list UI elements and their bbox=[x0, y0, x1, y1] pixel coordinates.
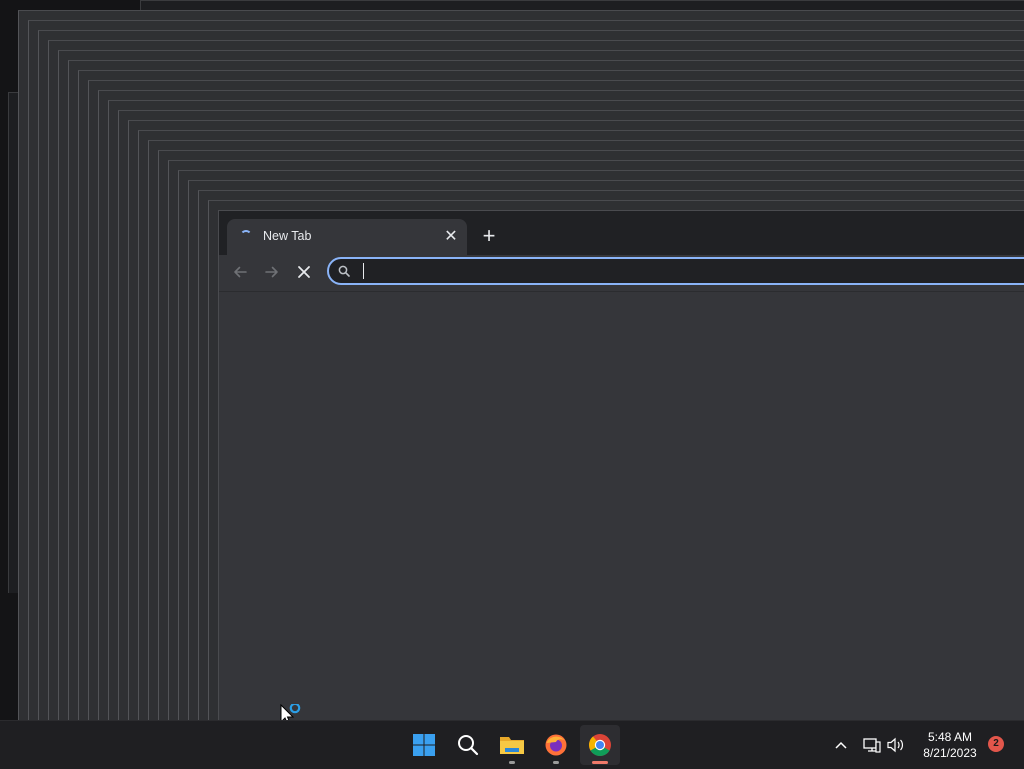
close-icon bbox=[298, 266, 310, 278]
start-button[interactable] bbox=[404, 725, 444, 765]
chrome-button[interactable] bbox=[580, 725, 620, 765]
network-icon bbox=[863, 738, 881, 753]
taskbar: 5:48 AM 8/21/2023 bbox=[0, 720, 1024, 769]
running-indicator bbox=[509, 761, 515, 764]
volume-button[interactable] bbox=[884, 721, 908, 769]
loading-spinner-icon bbox=[240, 230, 252, 242]
firefox-button[interactable] bbox=[536, 725, 576, 765]
text-caret bbox=[363, 263, 364, 279]
running-indicator bbox=[592, 761, 608, 764]
back-button[interactable] bbox=[227, 259, 253, 285]
browser-window[interactable]: New Tab ✕ + bbox=[218, 210, 1024, 720]
address-bar[interactable] bbox=[327, 257, 1024, 285]
tab-strip: New Tab ✕ + bbox=[219, 211, 1024, 255]
firefox-icon bbox=[545, 734, 567, 756]
clock[interactable]: 5:48 AM 8/21/2023 bbox=[916, 729, 984, 761]
show-hidden-icons-button[interactable] bbox=[830, 721, 852, 769]
file-explorer-button[interactable] bbox=[492, 725, 532, 765]
desktop: New Tab ✕ + bbox=[0, 0, 1024, 720]
windows-logo-icon bbox=[413, 734, 435, 756]
network-button[interactable] bbox=[860, 721, 884, 769]
search-icon bbox=[338, 265, 350, 277]
browser-toolbar bbox=[219, 255, 1024, 292]
new-tab-button[interactable]: + bbox=[477, 225, 501, 249]
stop-loading-button[interactable] bbox=[291, 259, 317, 285]
clock-date: 8/21/2023 bbox=[923, 746, 977, 760]
forward-button[interactable] bbox=[259, 259, 285, 285]
tab-new-tab[interactable]: New Tab ✕ bbox=[227, 219, 467, 255]
clock-time: 5:48 AM bbox=[927, 730, 973, 744]
arrow-right-icon bbox=[265, 266, 278, 278]
notification-badge[interactable]: 2 bbox=[988, 736, 1004, 752]
chrome-icon bbox=[589, 734, 611, 756]
arrow-left-icon bbox=[234, 266, 247, 278]
running-indicator bbox=[553, 761, 559, 764]
page-content[interactable] bbox=[219, 292, 1024, 720]
search-icon bbox=[458, 735, 479, 756]
folder-icon bbox=[500, 737, 524, 754]
tab-close-button[interactable]: ✕ bbox=[441, 227, 461, 247]
address-input[interactable] bbox=[359, 261, 1003, 283]
search-button[interactable] bbox=[448, 725, 488, 765]
volume-icon bbox=[887, 737, 904, 753]
chevron-up-icon bbox=[835, 741, 847, 749]
tab-title: New Tab bbox=[263, 229, 312, 243]
